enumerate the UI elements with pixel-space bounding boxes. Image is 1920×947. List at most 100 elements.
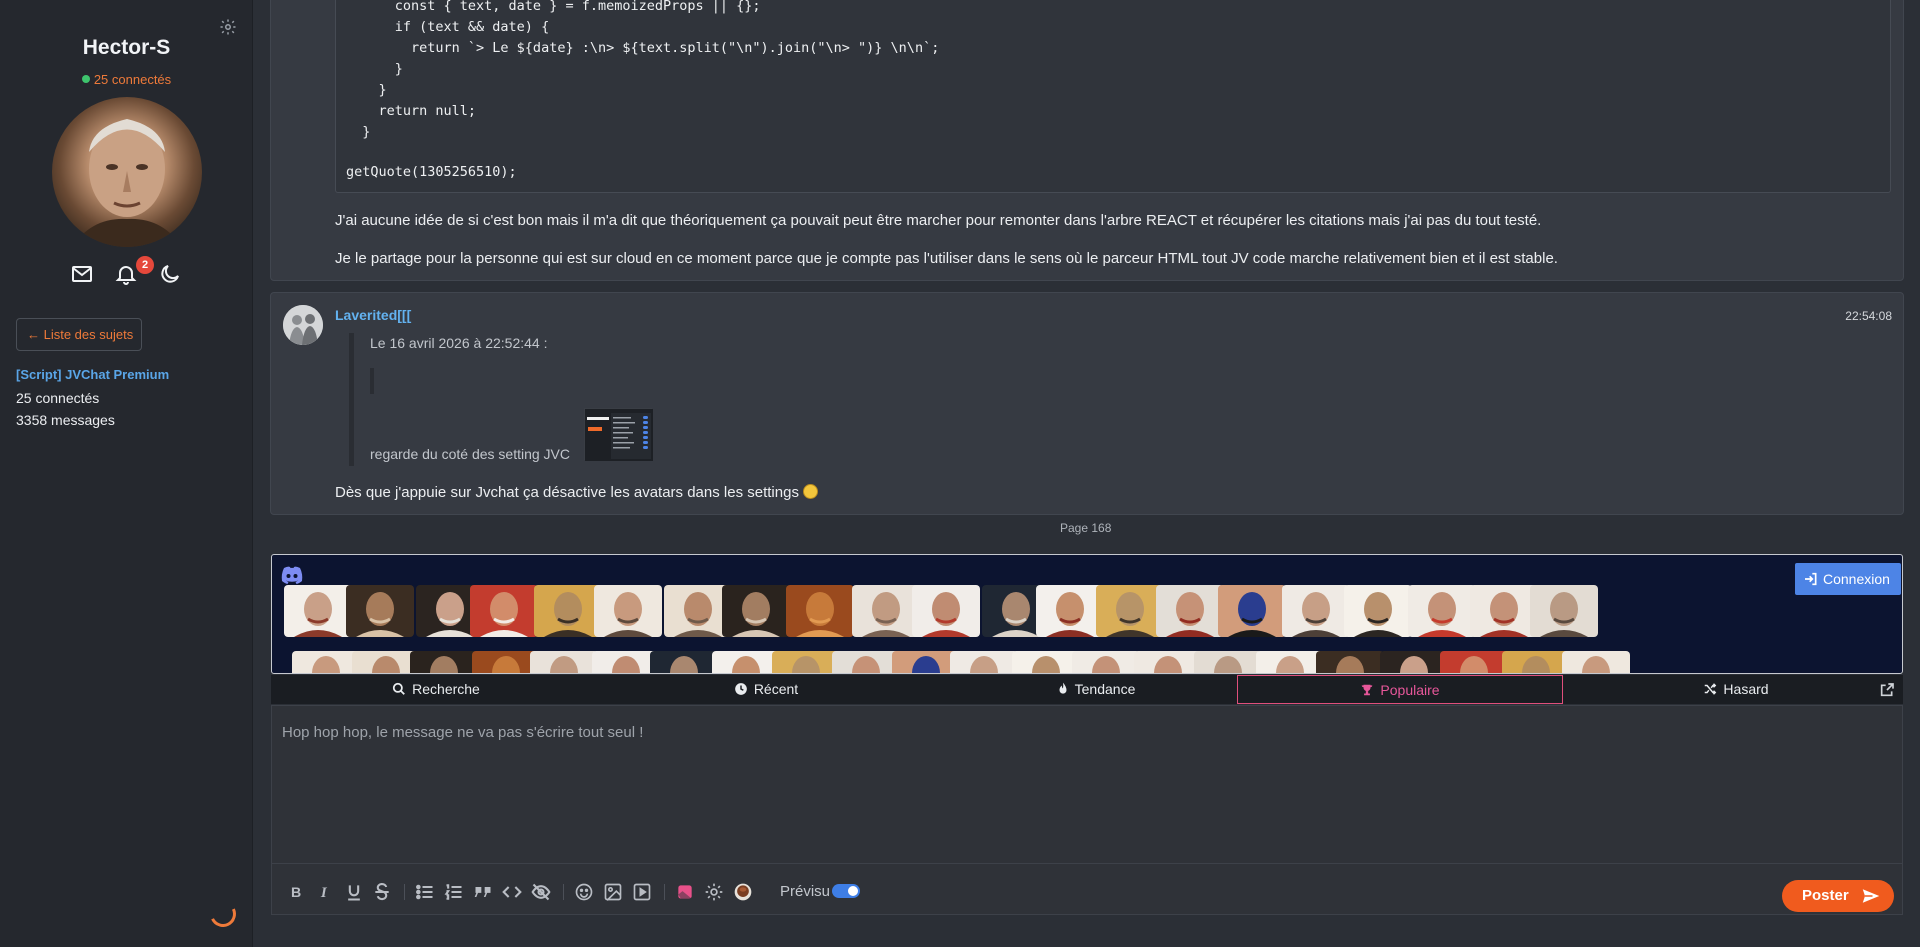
topic-title-link[interactable]: [Script] JVChat Premium [16, 367, 169, 382]
sticker-thumbnail[interactable] [346, 585, 414, 637]
code-line: getQuote(1305256510); [346, 164, 517, 180]
sticker-thumbnail[interactable] [1380, 651, 1448, 673]
smiley-icon[interactable] [574, 882, 594, 902]
strikethrough-icon[interactable] [372, 882, 392, 902]
tab-hasard[interactable]: Hasard [1571, 675, 1901, 704]
code-line: } [346, 82, 387, 98]
online-dot-icon [81, 75, 90, 83]
sticker-thumbnail[interactable] [410, 651, 478, 673]
video-icon[interactable] [632, 882, 652, 902]
sticker-thumbnail[interactable] [292, 651, 360, 673]
toolbar-divider [404, 884, 405, 900]
preview-toggle[interactable] [832, 884, 860, 898]
sticker-thumbnail[interactable] [832, 651, 900, 673]
author-avatar[interactable] [283, 305, 323, 345]
page-label: Page 168 [1060, 521, 1112, 535]
sticker-thumbnail[interactable] [470, 585, 538, 637]
sticker-thumbnail[interactable] [594, 585, 662, 637]
preview-label: Prévisu [780, 883, 831, 900]
sticker-thumbnail[interactable] [1134, 651, 1202, 673]
settings-gear-icon[interactable] [219, 18, 237, 36]
connexion-label: Connexion [1823, 571, 1890, 587]
sticker-icon[interactable] [675, 882, 695, 902]
sticker-thumbnail[interactable] [1502, 651, 1570, 673]
notification-badge: 2 [136, 256, 154, 274]
tab-label: Tendance [1074, 681, 1136, 697]
code-line: return null; [346, 103, 477, 119]
fire-icon [1059, 682, 1067, 694]
sticker-thumbnail[interactable] [530, 651, 598, 673]
discord-icon[interactable] [280, 565, 304, 585]
sticker-thumbnail[interactable] [1470, 585, 1538, 637]
sticker-thumbnail[interactable] [284, 585, 352, 637]
moon-icon[interactable] [158, 262, 182, 286]
sticker-thumbnail[interactable] [1344, 585, 1412, 637]
online-status: 25 connectés [0, 72, 253, 87]
connexion-button[interactable]: Connexion [1795, 563, 1901, 595]
sticker-thumbnail[interactable] [1282, 585, 1350, 637]
tab-populaire[interactable]: Populaire [1237, 675, 1563, 704]
tab-recherche[interactable]: Recherche [271, 675, 601, 704]
sticker-thumbnail[interactable] [650, 651, 718, 673]
bold-icon[interactable]: B [286, 882, 306, 902]
spoiler-eye-slash-icon[interactable] [531, 882, 551, 902]
post-button-label: Poster [1802, 887, 1849, 904]
sticker-thumbnail[interactable] [712, 651, 780, 673]
sticker-thumbnail[interactable] [1072, 651, 1140, 673]
sticker-thumbnail[interactable] [786, 585, 854, 637]
italic-icon[interactable]: I [315, 882, 335, 902]
sticker-thumbnail[interactable] [722, 585, 790, 637]
topic-connected: 25 connectés [16, 390, 100, 406]
tab-recent[interactable]: Récent [601, 675, 931, 704]
tab-tendance[interactable]: Tendance [931, 675, 1261, 704]
sticker-thumbnail[interactable] [912, 585, 980, 637]
message-card [270, 292, 1904, 515]
sticker-thumbnail[interactable] [1012, 651, 1080, 673]
message-input[interactable] [272, 706, 1902, 864]
sticker-thumbnail[interactable] [950, 651, 1018, 673]
sticker-thumbnail[interactable] [1218, 585, 1286, 637]
sticker-thumbnail[interactable] [534, 585, 602, 637]
external-link-icon[interactable] [1879, 682, 1895, 698]
quote-icon[interactable] [473, 882, 493, 902]
svg-text:B: B [291, 885, 301, 901]
sticker-thumbnail[interactable] [1036, 585, 1104, 637]
code-line: if (text && date) { [346, 19, 550, 35]
topics-list-button[interactable]: ← Liste des sujets [16, 318, 142, 351]
tab-label: Récent [753, 681, 799, 697]
sticker-thumbnail[interactable] [1562, 651, 1630, 673]
bullet-list-icon[interactable] [415, 882, 435, 902]
sticker-thumbnail[interactable] [1096, 585, 1164, 637]
sticker-thumbnail[interactable] [1530, 585, 1598, 637]
quoted-image-thumbnail[interactable] [584, 408, 653, 461]
tab-label: Hasard [1723, 681, 1769, 697]
shuffle-icon [1705, 683, 1717, 695]
sticker-thumbnail[interactable] [1408, 585, 1476, 637]
sticker-thumbnail[interactable] [1440, 651, 1508, 673]
svg-text:I: I [320, 885, 328, 901]
message-paragraph: J'ai aucune idée de si c'est bon mais il… [335, 212, 1542, 229]
mail-icon[interactable] [70, 262, 94, 286]
sticker-tabs: Recherche Récent Tendance Populaire Hasa… [271, 675, 1903, 704]
sticker-thumbnail[interactable] [1316, 651, 1384, 673]
sticker-thumbnail[interactable] [772, 651, 840, 673]
sticker-thumbnail[interactable] [1256, 651, 1324, 673]
sticker-thumbnail[interactable] [1156, 585, 1224, 637]
image-icon[interactable] [603, 882, 623, 902]
post-button[interactable]: Poster [1782, 880, 1894, 912]
sticker-panel: Connexion [271, 554, 1903, 674]
settings-cog-icon[interactable] [704, 882, 724, 902]
coffee-cup-icon[interactable] [733, 882, 753, 902]
underline-icon[interactable] [344, 882, 364, 902]
quote-text: regarde du coté des setting JVC [370, 446, 571, 462]
sidebar: Hector-S 25 connectés 2 ← Liste des suje… [0, 0, 253, 947]
bell-icon[interactable] [114, 262, 138, 286]
message-time[interactable]: 22:54:08 [1820, 309, 1892, 323]
sticker-thumbnail[interactable] [852, 585, 920, 637]
user-avatar[interactable] [52, 97, 202, 247]
code-icon[interactable] [502, 882, 522, 902]
sticker-thumbnail[interactable] [1194, 651, 1262, 673]
numbered-list-icon[interactable] [444, 882, 464, 902]
code-line: } [346, 124, 371, 140]
author-name[interactable]: Laverited[[[ [335, 307, 411, 323]
